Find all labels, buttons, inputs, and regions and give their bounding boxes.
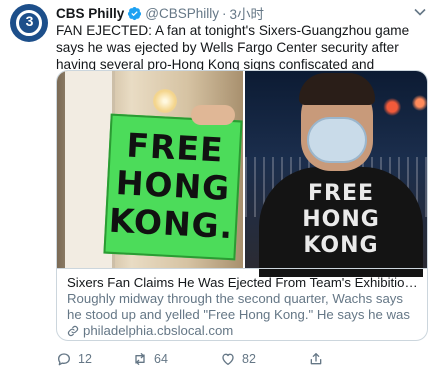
fan-shirt: FREE HONG KONG [259, 167, 423, 277]
sign-text: FREE HONG KONG. [106, 126, 240, 247]
retweet-icon [135, 353, 145, 365]
link-icon [67, 325, 79, 337]
shirt-line: KONG [303, 233, 379, 258]
hand-holding-sign [191, 105, 235, 125]
reply-button[interactable]: 12 [56, 351, 132, 367]
account-name[interactable]: CBS Philly [56, 6, 124, 21]
retweet-button[interactable]: 64 [132, 351, 220, 367]
free-hong-kong-sign: FREE HONG KONG. [103, 113, 243, 261]
tweet-header: CBS Philly @CBSPhilly · 3小时 [56, 3, 265, 23]
card-image-fan-photo: FREE HONG KONG [245, 71, 427, 277]
sign-line: KONG. [107, 200, 235, 247]
card-image-sign-photo: FREE HONG KONG. [57, 71, 243, 268]
background-lamp [153, 89, 177, 113]
card-images[interactable]: FREE HONG KONG. FREE HONG KONG [57, 71, 427, 277]
link-card[interactable]: FREE HONG KONG. FREE HONG KONG Sixers Fa… [56, 70, 428, 341]
retweet-count: 64 [154, 352, 168, 366]
tweet-actions: 12 64 82 [56, 350, 428, 368]
chevron-down-icon[interactable] [414, 8, 426, 16]
account-handle[interactable]: @CBSPhilly [145, 6, 219, 21]
card-link[interactable]: philadelphia.cbslocal.com [67, 323, 419, 339]
reply-icon [58, 353, 70, 366]
like-button[interactable]: 82 [220, 351, 308, 367]
shirt-text: FREE HONG KONG [259, 181, 423, 259]
avatar[interactable]: 3 [10, 4, 48, 42]
card-body[interactable]: Sixers Fan Claims He Was Ejected From Te… [57, 268, 427, 340]
card-title[interactable]: Sixers Fan Claims He Was Ejected From Te… [67, 275, 419, 291]
reply-count: 12 [78, 352, 92, 366]
avatar-channel-number: 3 [25, 13, 34, 29]
share-icon [310, 353, 322, 365]
card-description: Roughly midway through the second quarte… [67, 291, 410, 322]
share-button[interactable] [308, 351, 330, 367]
shirt-line: FREE [307, 181, 375, 206]
like-count: 82 [242, 352, 256, 366]
fan-hair [299, 73, 375, 105]
separator-dot: · [222, 5, 227, 21]
tweet[interactable]: 3 CBS Philly @CBSPhilly · 3小时 FAN EJECTE… [0, 0, 440, 375]
card-link-domain[interactable]: philadelphia.cbslocal.com [83, 323, 233, 339]
verified-badge-icon [128, 6, 142, 20]
shirt-line: HONG [302, 207, 380, 232]
heart-icon [222, 353, 234, 365]
face-mask [307, 117, 367, 163]
tweet-timestamp[interactable]: 3小时 [230, 3, 265, 23]
